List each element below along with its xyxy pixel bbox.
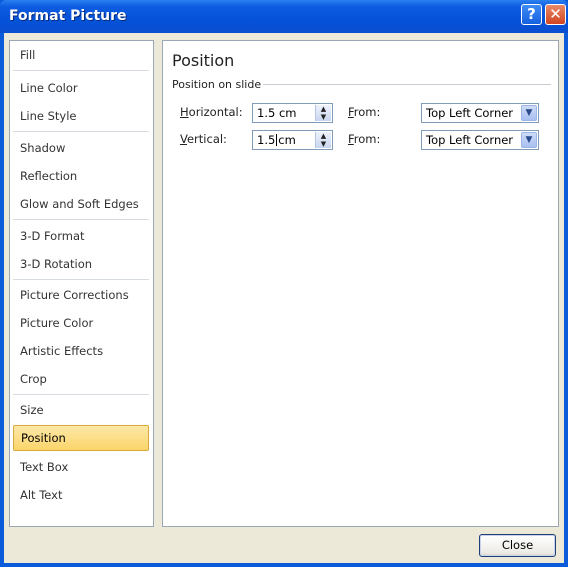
sidebar-item-line-style[interactable]: Line Style xyxy=(10,103,153,129)
vertical-from-value: Top Left Corner xyxy=(426,133,514,147)
sidebar-item-picture-color[interactable]: Picture Color xyxy=(10,310,153,336)
sidebar-item-size[interactable]: Size xyxy=(10,397,153,423)
horizontal-value: 1.5 cm xyxy=(257,106,297,120)
divider xyxy=(13,219,149,220)
sidebar-item-shadow[interactable]: Shadow xyxy=(10,135,153,161)
group-divider xyxy=(263,84,551,85)
vertical-label: Vertical: xyxy=(180,132,227,146)
sidebar-item-alt-text[interactable]: Alt Text xyxy=(10,482,153,508)
sidebar-item-fill[interactable]: Fill xyxy=(10,42,153,68)
close-button[interactable]: Close xyxy=(479,534,556,557)
title-bar[interactable]: Format Picture ? ✕ xyxy=(0,0,568,33)
sidebar-item-text-box[interactable]: Text Box xyxy=(10,454,153,480)
chevron-down-icon[interactable]: ▼ xyxy=(521,105,537,121)
horizontal-label: Horizontal: xyxy=(180,105,243,119)
dialog-title: Format Picture xyxy=(9,8,127,24)
category-list: Fill Line Color Line Style Shadow Reflec… xyxy=(9,40,154,527)
sidebar-item-3d-format[interactable]: 3-D Format xyxy=(10,223,153,249)
sidebar-item-3d-rotation[interactable]: 3-D Rotation xyxy=(10,251,153,277)
sidebar-item-picture-corrections[interactable]: Picture Corrections xyxy=(10,282,153,308)
dialog-body: Fill Line Color Line Style Shadow Reflec… xyxy=(4,33,564,563)
horizontal-from-label: From: xyxy=(348,105,381,119)
divider xyxy=(13,70,149,71)
help-button[interactable]: ? xyxy=(521,4,542,25)
vertical-position-spinner[interactable]: 1.5 cm ▲ ▼ xyxy=(252,130,333,150)
sidebar-item-position[interactable]: Position xyxy=(13,425,149,451)
help-icon: ? xyxy=(527,5,536,23)
sidebar-item-crop[interactable]: Crop xyxy=(10,366,153,392)
sidebar-item-artistic-effects[interactable]: Artistic Effects xyxy=(10,338,153,364)
horizontal-from-value: Top Left Corner xyxy=(426,106,514,120)
divider xyxy=(13,131,149,132)
vertical-value: 1.5 cm xyxy=(257,133,296,147)
close-icon: ✕ xyxy=(549,5,562,23)
sidebar-item-reflection[interactable]: Reflection xyxy=(10,163,153,189)
chevron-down-icon[interactable]: ▼ xyxy=(521,132,537,148)
horizontal-from-select[interactable]: Top Left Corner ▼ xyxy=(421,103,539,123)
group-label: Position on slide xyxy=(172,78,262,91)
spin-arrows-icon[interactable]: ▲ ▼ xyxy=(315,132,331,148)
vertical-from-label: From: xyxy=(348,132,381,146)
close-window-button[interactable]: ✕ xyxy=(545,4,566,25)
divider xyxy=(13,394,149,395)
sidebar-item-line-color[interactable]: Line Color xyxy=(10,75,153,101)
divider xyxy=(13,279,149,280)
vertical-from-select[interactable]: Top Left Corner ▼ xyxy=(421,130,539,150)
sidebar-item-glow-soft-edges[interactable]: Glow and Soft Edges xyxy=(10,191,153,217)
page-title: Position xyxy=(172,51,235,70)
spin-arrows-icon[interactable]: ▲ ▼ xyxy=(315,105,331,121)
format-picture-dialog: Format Picture ? ✕ Fill Line Color Line … xyxy=(0,0,568,567)
settings-panel: Position Position on slide Horizontal: 1… xyxy=(162,40,559,527)
horizontal-position-spinner[interactable]: 1.5 cm ▲ ▼ xyxy=(252,103,333,123)
